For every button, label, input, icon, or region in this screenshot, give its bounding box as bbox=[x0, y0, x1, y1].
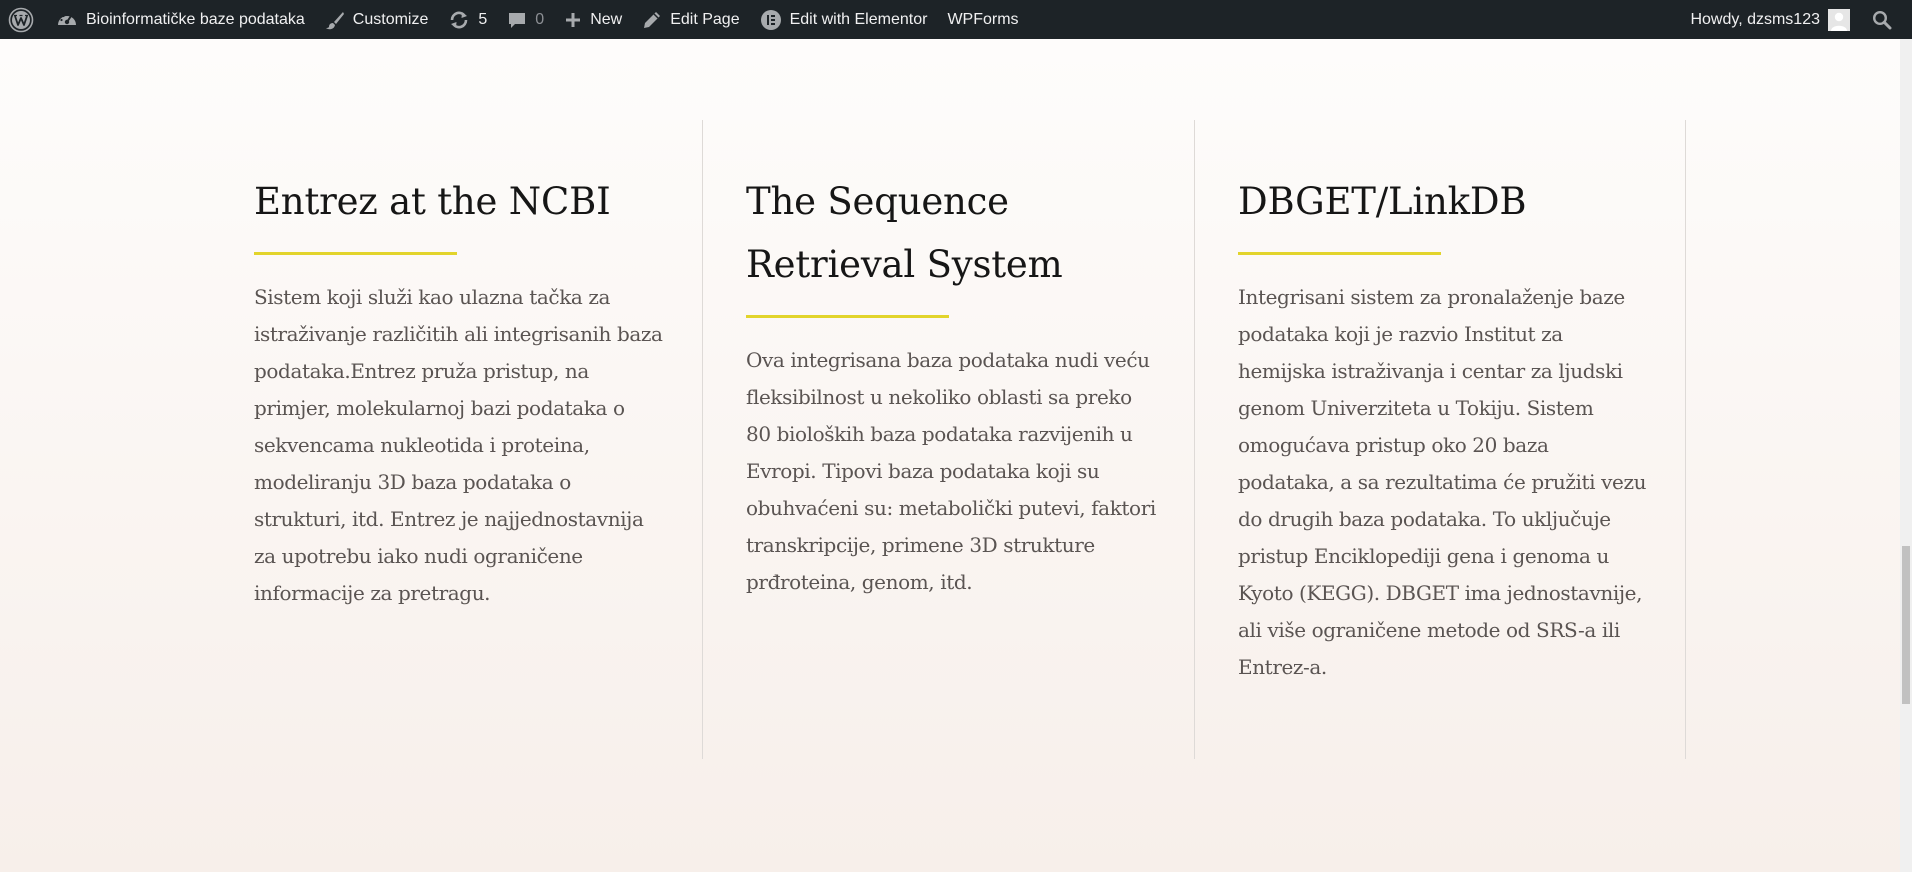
new-label: New bbox=[590, 10, 623, 28]
column-text: Sistem koji služi kao ulazna tačka za is… bbox=[254, 285, 663, 605]
column-text: Integrisani sistem za pronalaženje baze … bbox=[1238, 285, 1647, 679]
edit-page-label: Edit Page bbox=[670, 10, 740, 28]
wordpress-menu[interactable] bbox=[0, 0, 46, 39]
column-title: The Sequence Retrieval System bbox=[746, 180, 1063, 286]
column-entrez: Entrez at the NCBI Sistem koji služi kao… bbox=[209, 120, 703, 759]
updates-icon bbox=[448, 10, 470, 30]
customize-link[interactable]: Customize bbox=[315, 0, 439, 39]
my-account-menu[interactable]: Howdy, dzsms123 bbox=[1680, 0, 1860, 39]
howdy-label: Howdy, dzsms123 bbox=[1690, 10, 1820, 28]
title-underline bbox=[254, 252, 457, 255]
brush-icon bbox=[325, 10, 345, 30]
admin-bar: Bioinformatičke baze podataka Customize … bbox=[0, 0, 1912, 39]
comments-link[interactable]: 0 bbox=[497, 0, 554, 39]
search-button[interactable] bbox=[1860, 0, 1912, 39]
updates-link[interactable]: 5 bbox=[438, 0, 497, 39]
wordpress-logo-icon bbox=[8, 7, 34, 33]
site-name-menu[interactable]: Bioinformatičke baze podataka bbox=[46, 0, 315, 39]
new-content-menu[interactable]: New bbox=[554, 0, 632, 39]
comment-icon bbox=[507, 10, 527, 30]
plus-icon bbox=[564, 11, 582, 29]
edit-page-link[interactable]: Edit Page bbox=[632, 0, 749, 39]
dashboard-gauge-icon bbox=[56, 10, 78, 30]
wpforms-label: WPForms bbox=[947, 10, 1019, 28]
updates-count: 5 bbox=[478, 10, 488, 28]
site-name-label: Bioinformatičke baze podataka bbox=[86, 10, 305, 28]
comments-count: 0 bbox=[535, 10, 545, 28]
elementor-icon bbox=[760, 9, 782, 31]
column-dbget: DBGET/LinkDB Integrisani sistem za prona… bbox=[1195, 120, 1686, 759]
page-scrollbar[interactable] bbox=[1900, 39, 1912, 872]
scrollbar-thumb[interactable] bbox=[1902, 546, 1910, 704]
title-underline bbox=[1238, 252, 1441, 255]
edit-with-elementor-link[interactable]: Edit with Elementor bbox=[750, 0, 938, 39]
column-srs: The Sequence Retrieval System Ova integr… bbox=[703, 120, 1195, 759]
search-icon bbox=[1872, 10, 1892, 30]
column-text: Ova integrisana baza podataka nudi veću … bbox=[746, 348, 1156, 594]
database-columns-section: Entrez at the NCBI Sistem koji služi kao… bbox=[209, 120, 1686, 759]
customize-label: Customize bbox=[352, 10, 429, 28]
avatar-icon bbox=[1828, 8, 1850, 31]
wpforms-menu[interactable]: WPForms bbox=[937, 0, 1028, 39]
edit-with-elementor-label: Edit with Elementor bbox=[789, 10, 928, 28]
title-underline bbox=[746, 315, 949, 318]
column-title: DBGET/LinkDB bbox=[1238, 180, 1527, 223]
column-title: Entrez at the NCBI bbox=[254, 180, 611, 223]
pencil-icon bbox=[642, 10, 662, 30]
